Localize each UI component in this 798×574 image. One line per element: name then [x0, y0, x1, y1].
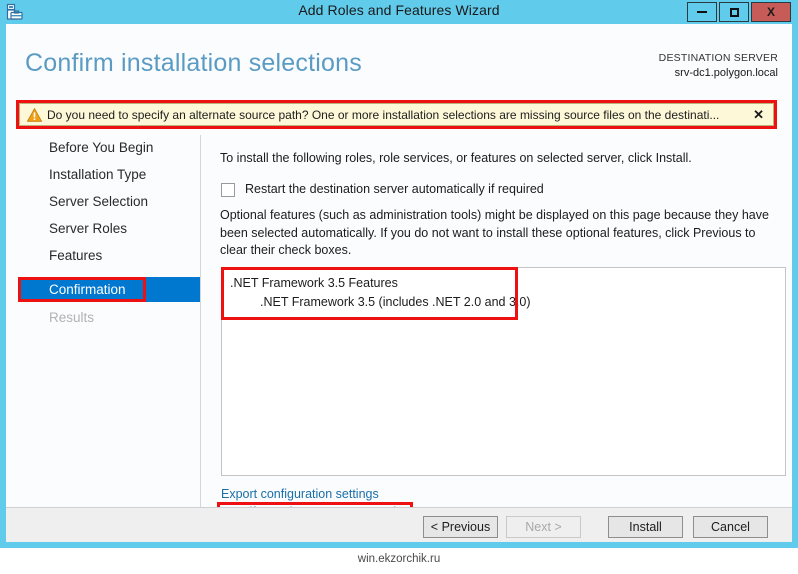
sidebar-item-before-you-begin[interactable]: Before You Begin	[18, 135, 200, 160]
destination-server-name: srv-dc1.polygon.local	[674, 67, 778, 79]
install-instructions: To install the following roles, role ser…	[220, 151, 692, 165]
minimize-icon	[697, 10, 707, 13]
install-button[interactable]: Install	[608, 516, 683, 538]
destination-server-label: DESTINATION SERVER	[658, 52, 778, 64]
warning-bar: Do you need to specify an alternate sour…	[19, 103, 774, 126]
sidebar-item-installation-type[interactable]: Installation Type	[18, 162, 200, 187]
restart-checkbox-label: Restart the destination server automatic…	[245, 182, 544, 196]
window-title: Add Roles and Features Wizard	[298, 2, 500, 18]
confirmation-annotation-box	[18, 277, 146, 302]
watermark: win.ekzorchik.ru	[357, 553, 441, 565]
maximize-button[interactable]	[719, 2, 749, 22]
features-annotation-box	[221, 267, 518, 320]
restart-option-row: Restart the destination server automatic…	[221, 182, 641, 200]
sidebar-item-server-selection[interactable]: Server Selection	[18, 189, 200, 214]
maximize-icon	[729, 8, 739, 18]
warning-annotation-box: Do you need to specify an alternate sour…	[16, 100, 777, 129]
export-configuration-settings-link[interactable]: Export configuration settings	[221, 487, 379, 501]
sidebar-item-results: Results	[49, 310, 95, 325]
sidebar-item-server-roles[interactable]: Server Roles	[18, 216, 200, 241]
optional-features-note: Optional features (such as administratio…	[220, 208, 769, 257]
minimize-button[interactable]	[687, 2, 717, 22]
client-area: Confirm installation selections DESTINAT…	[6, 24, 792, 542]
sidebar-item-features[interactable]: Features	[18, 243, 200, 268]
close-button[interactable]: X	[751, 2, 791, 22]
restart-checkbox[interactable]	[221, 183, 235, 197]
cancel-button[interactable]: Cancel	[693, 516, 768, 538]
sidebar-divider	[200, 135, 201, 507]
previous-button[interactable]: < Previous	[423, 516, 498, 538]
wizard-window: Add Roles and Features Wizard X Confirm …	[0, 0, 798, 548]
footer-bar: < Previous Next > Install Cancel	[6, 507, 792, 542]
title-bar: Add Roles and Features Wizard X	[0, 0, 798, 24]
wizard-step-nav: Before You Begin Installation Type Serve…	[6, 135, 200, 505]
warning-message: Do you need to specify an alternate sour…	[47, 108, 720, 122]
next-button: Next >	[506, 516, 581, 538]
page-title: Confirm installation selections	[25, 49, 362, 77]
destination-server-block: DESTINATION SERVER srv-dc1.polygon.local	[659, 51, 778, 81]
warning-close-icon[interactable]: ✕	[753, 107, 764, 123]
warning-triangle-icon	[26, 107, 43, 122]
